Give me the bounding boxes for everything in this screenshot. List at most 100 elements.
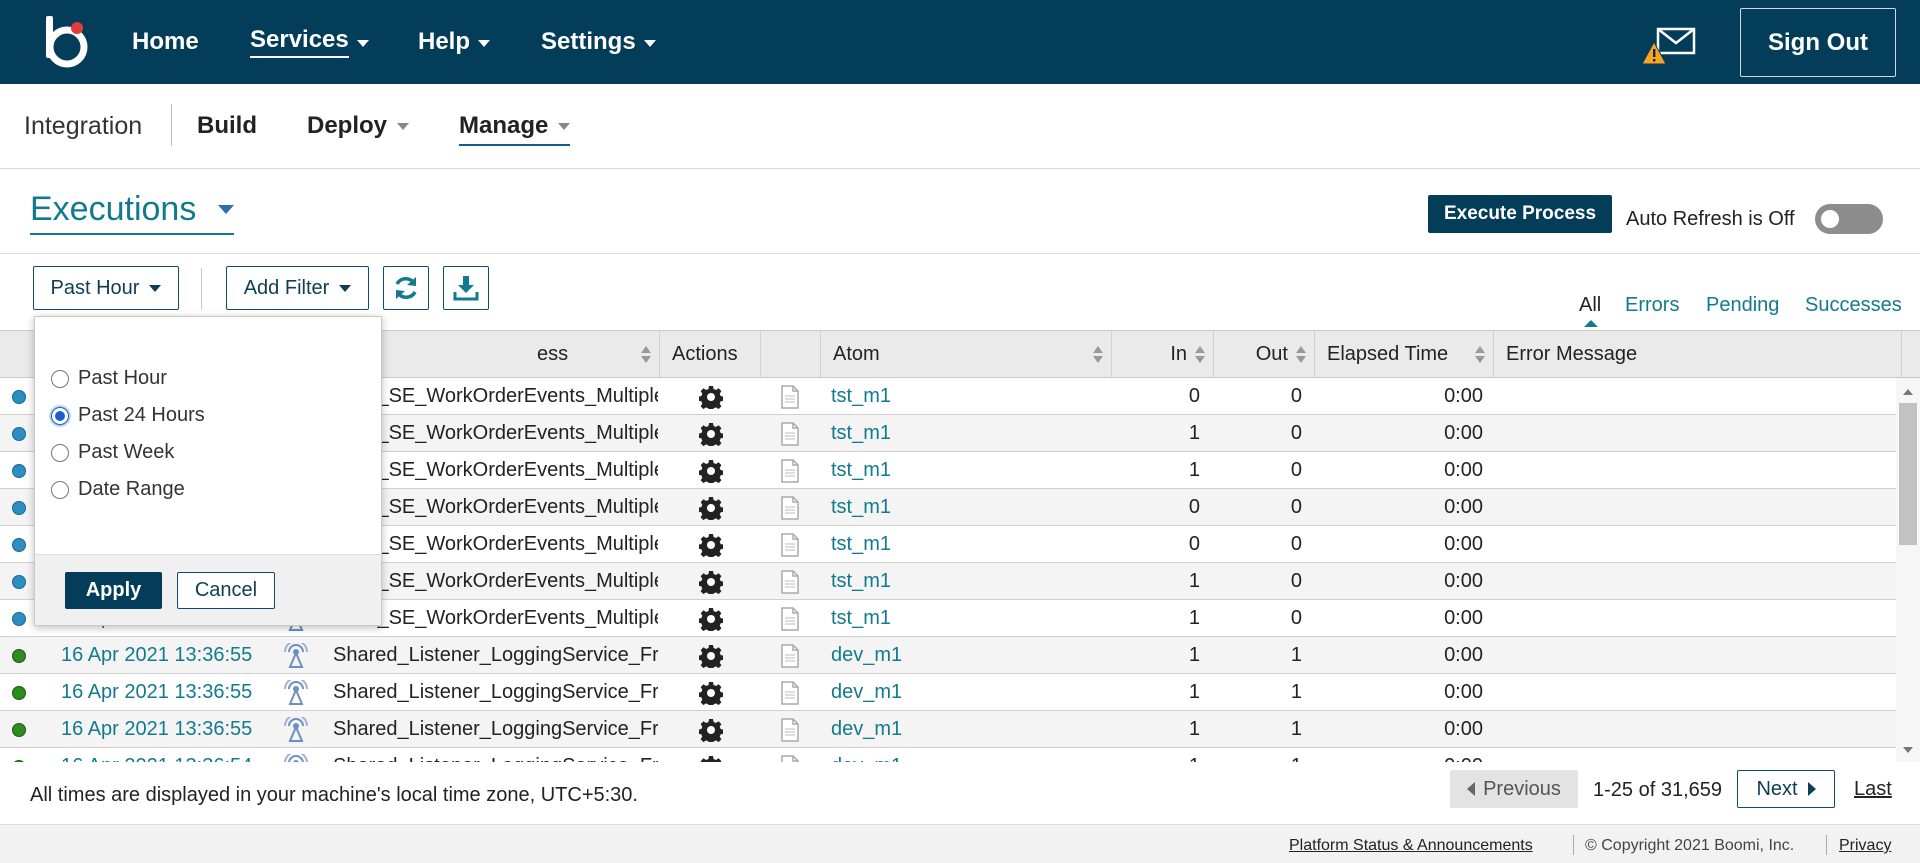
execution-time-link[interactable]: 16 Apr 2021 13:36:55 xyxy=(61,711,261,748)
elapsed-time: 0:00 xyxy=(1444,459,1483,481)
document-icon[interactable] xyxy=(772,600,808,637)
gear-icon[interactable] xyxy=(660,489,761,526)
nav-settings[interactable]: Settings xyxy=(541,26,656,58)
execution-time-link[interactable]: 16 Apr 2021 13:36:55 xyxy=(61,674,261,711)
nav-services-label: Services xyxy=(250,26,349,58)
status-dot-icon xyxy=(12,463,26,478)
execution-time-link[interactable]: 16 Apr 2021 13:36:54 xyxy=(61,748,261,762)
next-button[interactable]: Next xyxy=(1737,770,1835,808)
nav-help[interactable]: Help xyxy=(418,26,491,58)
document-icon[interactable] xyxy=(772,637,808,674)
column-error-message: Error Message xyxy=(1494,331,1902,378)
subnav-deploy-label: Deploy xyxy=(307,112,388,139)
column-out-label: Out xyxy=(1255,343,1288,365)
gear-icon[interactable] xyxy=(660,637,761,674)
sign-out-button[interactable]: Sign Out xyxy=(1740,8,1896,77)
subnav-build[interactable]: Build xyxy=(197,112,257,140)
document-icon[interactable] xyxy=(772,452,808,489)
atom-link[interactable]: tst_m1 xyxy=(831,452,1101,489)
document-icon[interactable] xyxy=(772,378,808,415)
document-icon[interactable] xyxy=(772,489,808,526)
atom-link[interactable]: dev_m1 xyxy=(831,637,1101,674)
gear-icon[interactable] xyxy=(660,600,761,637)
tab-successes[interactable]: Successes xyxy=(1805,294,1902,317)
tab-errors[interactable]: Errors xyxy=(1625,294,1679,317)
atom-link[interactable]: dev_m1 xyxy=(831,711,1101,748)
radio-past-hour[interactable]: Past Hour xyxy=(51,367,167,390)
platform-status-link[interactable]: Platform Status & Announcements xyxy=(1289,837,1533,855)
gear-icon[interactable] xyxy=(660,711,761,748)
gear-icon[interactable] xyxy=(660,415,761,452)
gear-icon[interactable] xyxy=(660,452,761,489)
chevron-down-icon xyxy=(339,284,352,292)
previous-button[interactable]: Previous xyxy=(1450,770,1578,808)
add-filter-button[interactable]: Add Filter xyxy=(226,266,369,310)
column-out[interactable]: Out xyxy=(1214,331,1315,378)
atom-link[interactable]: tst_m1 xyxy=(831,563,1101,600)
download-button[interactable] xyxy=(443,266,489,310)
process-name: Shared_Listener_LoggingService_Fro xyxy=(333,718,658,740)
radio-button[interactable] xyxy=(51,406,69,425)
process-name: Shared_Listener_LoggingService_Fro xyxy=(333,681,658,703)
previous-label: Previous xyxy=(1483,777,1561,800)
in-count: 0 xyxy=(1188,496,1200,518)
apply-button[interactable]: Apply xyxy=(65,572,162,609)
refresh-button[interactable] xyxy=(383,266,429,310)
privacy-link[interactable]: Privacy xyxy=(1839,837,1891,855)
atom-link[interactable]: dev_m1 xyxy=(831,748,1101,762)
table-row[interactable]: 16 Apr 2021 13:36:55 Shared_Listener_Logg… xyxy=(0,637,1900,674)
radio-date-range[interactable]: Date Range xyxy=(51,478,185,501)
document-icon[interactable] xyxy=(772,415,808,452)
auto-refresh-toggle[interactable] xyxy=(1815,204,1883,234)
status-dot-icon xyxy=(12,759,26,762)
radio-past-24-hours[interactable]: Past 24 Hours xyxy=(51,404,205,427)
gear-icon[interactable] xyxy=(660,526,761,563)
document-icon[interactable] xyxy=(772,674,808,711)
boomi-logo[interactable] xyxy=(40,14,90,70)
atom-link[interactable]: tst_m1 xyxy=(831,600,1101,637)
radio-button[interactable] xyxy=(51,369,69,388)
document-icon[interactable] xyxy=(772,563,808,600)
cancel-button[interactable]: Cancel xyxy=(177,572,275,609)
atom-link[interactable]: dev_m1 xyxy=(831,674,1101,711)
mail-warning-icon[interactable] xyxy=(1642,26,1696,66)
tab-pending[interactable]: Pending xyxy=(1706,294,1779,317)
nav-home[interactable]: Home xyxy=(132,26,199,58)
gear-icon[interactable] xyxy=(660,563,761,600)
gear-icon[interactable] xyxy=(660,748,761,762)
subnav-manage[interactable]: Manage xyxy=(459,112,571,146)
document-icon[interactable] xyxy=(772,748,808,762)
in-count: 1 xyxy=(1112,748,1200,762)
tab-all[interactable]: All xyxy=(1579,294,1601,317)
atom-link[interactable]: tst_m1 xyxy=(831,526,1101,563)
column-atom[interactable]: Atom xyxy=(821,331,1112,378)
execution-time-link[interactable]: 16 Apr 2021 13:36:55 xyxy=(61,637,261,674)
page-title[interactable]: Executions xyxy=(30,190,235,235)
nav-services[interactable]: Services xyxy=(250,26,369,58)
radio-button[interactable] xyxy=(51,443,69,462)
last-page-link[interactable]: Last xyxy=(1854,778,1892,801)
radio-button[interactable] xyxy=(51,480,69,499)
atom-link[interactable]: tst_m1 xyxy=(831,489,1101,526)
scroll-up-icon[interactable] xyxy=(1903,389,1913,395)
document-icon[interactable] xyxy=(772,711,808,748)
document-icon[interactable] xyxy=(772,526,808,563)
next-label: Next xyxy=(1756,777,1798,800)
atom-link[interactable]: tst_m1 xyxy=(831,378,1101,415)
execute-process-button[interactable]: Execute Process xyxy=(1428,195,1612,233)
table-row[interactable]: 16 Apr 2021 13:36:54 Shared_Listener_Logg… xyxy=(0,748,1900,762)
scrollbar-thumb[interactable] xyxy=(1899,403,1917,545)
column-in[interactable]: In xyxy=(1112,331,1214,378)
gear-icon[interactable] xyxy=(660,674,761,711)
atom-link[interactable]: tst_m1 xyxy=(831,415,1101,452)
elapsed-time: 0:00 xyxy=(1444,422,1483,444)
table-row[interactable]: 16 Apr 2021 13:36:55 Shared_Listener_Logg… xyxy=(0,711,1900,748)
radio-past-week[interactable]: Past Week xyxy=(51,441,174,464)
column-elapsed-time[interactable]: Elapsed Time xyxy=(1315,331,1494,378)
gear-icon[interactable] xyxy=(660,378,761,415)
scroll-down-icon[interactable] xyxy=(1903,747,1913,753)
subnav-deploy[interactable]: Deploy xyxy=(307,112,410,140)
table-row[interactable]: 16 Apr 2021 13:36:55 Shared_Listener_Logg… xyxy=(0,674,1900,711)
time-filter-dropdown[interactable]: Past Hour xyxy=(33,266,179,310)
elapsed-time: 0:00 xyxy=(1444,533,1483,555)
